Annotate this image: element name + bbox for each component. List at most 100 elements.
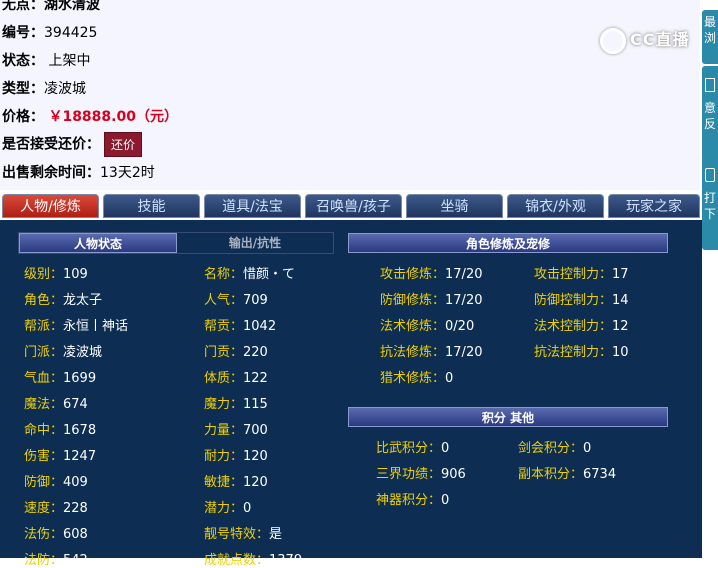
counter-offer-label: 是否接受还价：	[2, 136, 100, 153]
stat-label: 剑会积分：	[518, 441, 584, 456]
price-value: ￥18888.00（元）	[48, 109, 178, 125]
stat-label: 防御修炼：	[380, 293, 446, 308]
row0-label: 无点：湖水清波	[2, 0, 100, 13]
score-right-row: 副本积分：6734	[518, 463, 616, 482]
side-char-6: 下	[703, 207, 716, 221]
stat-value: 906	[441, 467, 466, 482]
row0-text: 无点：湖水清波	[2, 0, 100, 14]
stats-col2-row: 靓号特效：是	[204, 523, 282, 542]
character-panel: 人物状态 输出/抗性 角色修炼及宠修 积分 其他 级别：109 角色：龙太子 帮派：…	[0, 220, 702, 568]
side-char-3: 意	[703, 101, 716, 115]
status-row: 状态： 上架中	[2, 50, 90, 70]
stat-value: 109	[63, 267, 88, 282]
document-icon	[705, 78, 715, 92]
stats-col1-row: 门派：凌波城	[24, 341, 102, 360]
status-label: 状态：	[2, 53, 44, 69]
stat-value: 永恒丨神话	[63, 319, 129, 334]
stat-value: 700	[243, 423, 268, 438]
remaining-time-label: 出售剩余时间：	[2, 165, 100, 181]
header-output-resistance[interactable]: 输出/抗性	[177, 233, 333, 253]
cultivation-right-row: 法术控制力：12	[534, 315, 629, 334]
header-cultivation: 角色修炼及宠修	[348, 233, 668, 253]
stat-label: 门贡：	[204, 345, 244, 360]
stat-value: 17/20	[445, 267, 483, 282]
cultivation-right-row: 防御控制力：14	[534, 289, 629, 308]
stats-col2-row: 体质：122	[204, 367, 268, 386]
stat-value: 122	[243, 371, 268, 386]
stat-label: 法防：	[24, 553, 64, 568]
side-char-1: 最	[703, 15, 716, 29]
stat-value: 120	[243, 449, 268, 464]
score-right-row: 剑会积分：0	[518, 437, 591, 456]
stat-value: 674	[63, 397, 88, 412]
stat-label: 力量：	[204, 423, 244, 438]
stat-label: 防御：	[24, 475, 64, 490]
stat-value: 17/20	[445, 345, 483, 360]
stat-value: 10	[612, 345, 629, 360]
stat-value: 220	[243, 345, 268, 360]
stat-value: 0	[445, 371, 454, 386]
stat-value: 608	[63, 527, 88, 542]
tab-character[interactable]: 人物/修炼	[2, 194, 99, 218]
number-value: 394425	[44, 25, 98, 41]
side-tab-recent[interactable]: 最 浏	[702, 10, 718, 64]
stats-col2-row: 魔力：115	[204, 393, 268, 412]
stats-col2-row: 耐力：120	[204, 445, 268, 464]
side-tab-feedback[interactable]: 意 反	[702, 66, 718, 160]
listing-info-panel: 无点：湖水清波 编号：394425 状态： 上架中 类型：凌波城 价格： ￥18…	[0, 0, 700, 190]
tab-mounts[interactable]: 坐骑	[406, 194, 503, 218]
stat-label: 潜力：	[204, 501, 244, 516]
stats-col2-row: 成就点数：1379	[204, 549, 302, 568]
header-character-status[interactable]: 人物状态	[19, 233, 177, 253]
stat-label: 气血：	[24, 371, 64, 386]
stats-col1-row: 法伤：608	[24, 523, 88, 542]
stat-label: 攻击控制力：	[534, 267, 613, 282]
tab-summons[interactable]: 召唤兽/孩子	[305, 194, 402, 218]
stats-col1-row: 命中：1678	[24, 419, 96, 438]
cc-watermark: CC直播	[600, 26, 690, 54]
cultivation-left-row: 法术修炼：0/20	[380, 315, 474, 334]
counter-offer-button[interactable]: 还价	[104, 132, 143, 157]
stats-col1-row: 帮派：永恒丨神话	[24, 315, 128, 334]
stat-value: 惜颜・て	[243, 267, 296, 282]
cultivation-left-row: 猎术修炼：0	[380, 367, 453, 386]
stat-value: 1678	[63, 423, 97, 438]
stats-col2-row: 力量：700	[204, 419, 268, 438]
stat-label: 级别：	[24, 267, 64, 282]
cultivation-right-row: 攻击控制力：17	[534, 263, 629, 282]
tab-items[interactable]: 道具/法宝	[204, 194, 301, 218]
stat-value: 542	[63, 553, 88, 568]
tab-bar: 人物/修炼 技能 道具/法宝 召唤兽/孩子 坐骑 锦衣/外观 玩家之家	[0, 192, 702, 220]
tab-outfits[interactable]: 锦衣/外观	[507, 194, 604, 218]
remaining-time-value: 13天2时	[100, 165, 155, 181]
phone-icon	[705, 168, 715, 182]
stat-value: 0	[583, 441, 592, 456]
tab-skills[interactable]: 技能	[103, 194, 200, 218]
cultivation-right-row: 抗法控制力：10	[534, 341, 629, 360]
stats-col2-row: 名称：惜颜・て	[204, 263, 295, 282]
stat-value: 12	[612, 319, 629, 334]
stats-col1-row: 魔法：674	[24, 393, 88, 412]
score-left-row: 神器积分：0	[376, 489, 449, 508]
cc-logo-icon	[600, 27, 626, 54]
type-row: 类型：凌波城	[2, 78, 86, 98]
stat-label: 抗法控制力：	[534, 345, 613, 360]
stat-value: 0	[243, 501, 252, 516]
side-tab-download[interactable]: 打 下	[702, 156, 718, 250]
stat-label: 法术控制力：	[534, 319, 613, 334]
stat-label: 法伤：	[24, 527, 64, 542]
tab-player-home[interactable]: 玩家之家	[608, 194, 700, 218]
stat-value: 120	[243, 475, 268, 490]
stat-label: 成就点数：	[204, 553, 270, 568]
stat-label: 耐力：	[204, 449, 244, 464]
type-value: 凌波城	[44, 81, 86, 97]
stats-col1-row: 伤害：1247	[24, 445, 96, 464]
stat-value: 17	[612, 267, 629, 282]
stat-value: 0	[441, 441, 450, 456]
stats-col1-row: 速度：228	[24, 497, 88, 516]
side-char-4: 反	[703, 117, 716, 131]
stat-value: 709	[243, 293, 268, 308]
stat-label: 防御控制力：	[534, 293, 613, 308]
stat-label: 神器积分：	[376, 493, 442, 508]
stat-label: 攻击修炼：	[380, 267, 446, 282]
